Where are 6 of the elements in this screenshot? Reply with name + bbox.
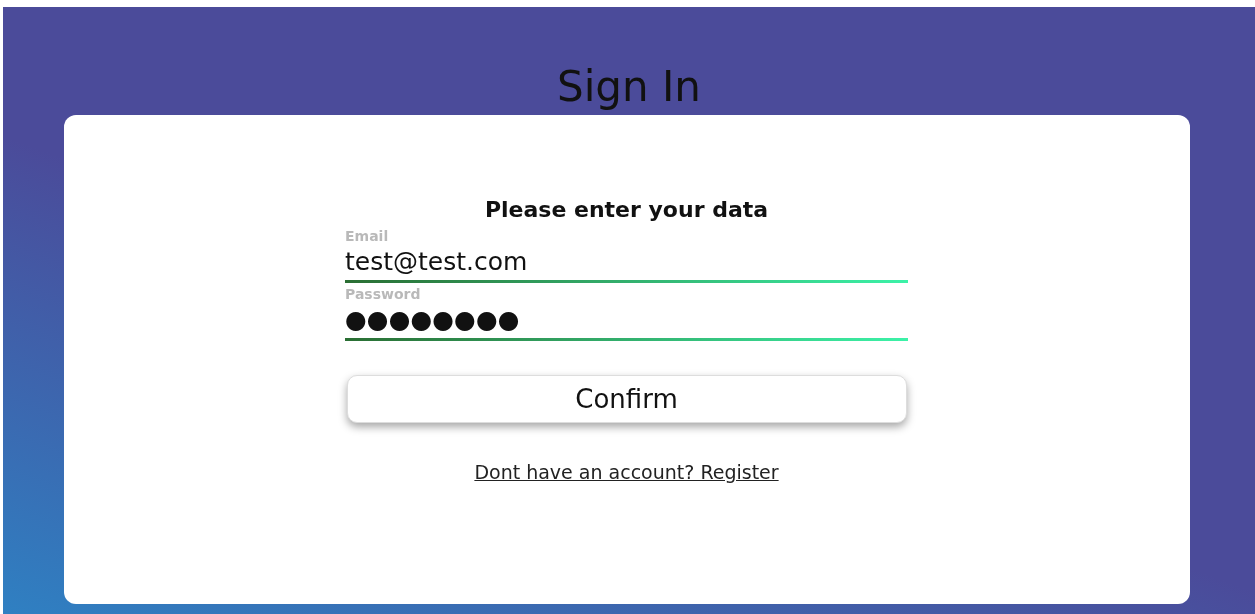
register-link[interactable]: Dont have an account? Register: [474, 461, 779, 483]
field-label: Password: [345, 285, 421, 303]
field-label: Email: [345, 227, 389, 245]
page-title: Sign In: [557, 61, 701, 113]
confirm-button[interactable]: Confirm: [346, 375, 907, 423]
form-heading: Please enter your data: [483, 196, 770, 224]
